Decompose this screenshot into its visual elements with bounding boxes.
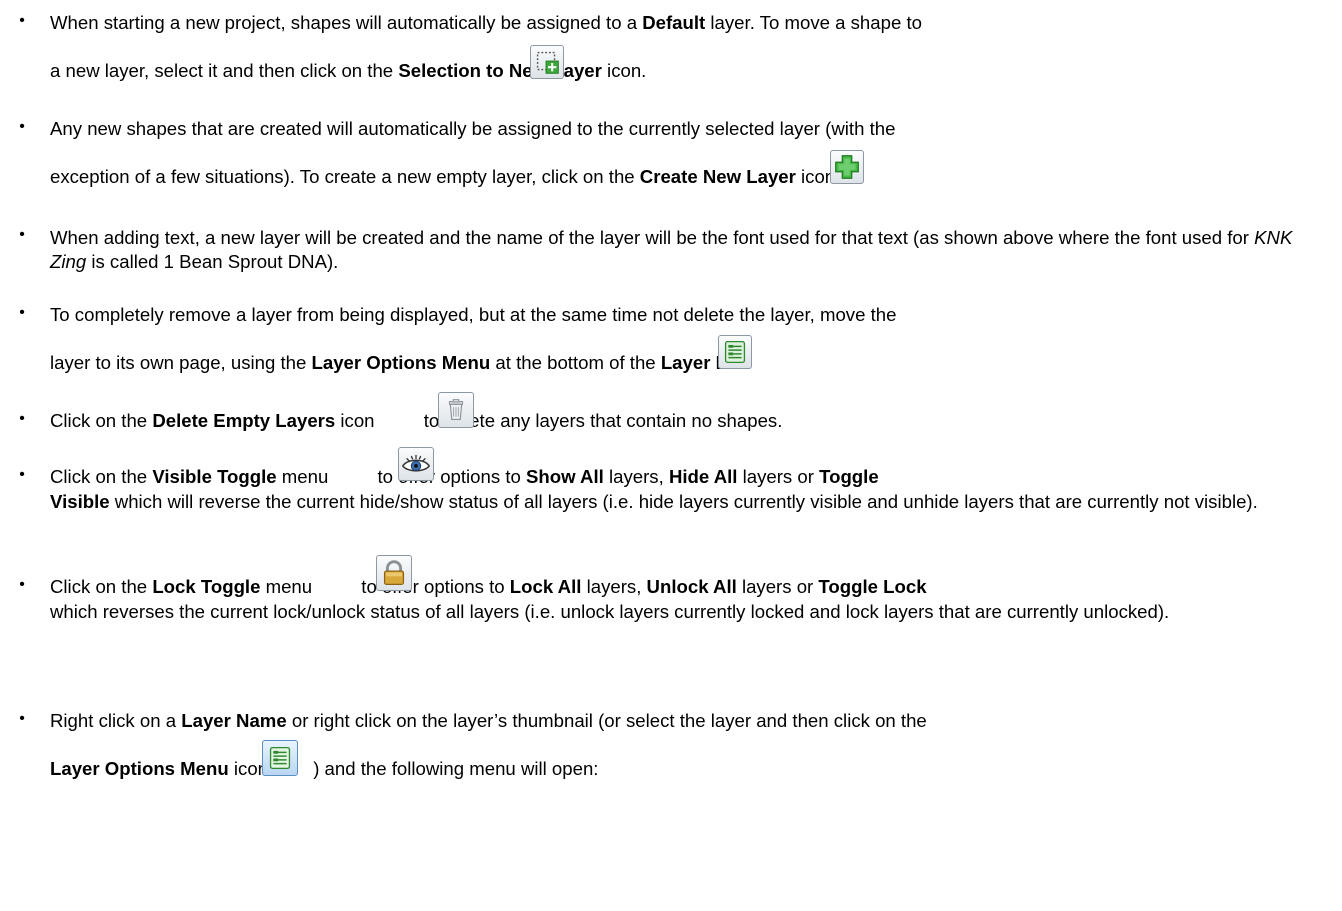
bullet-3: •	[19, 226, 25, 243]
bullet-5: •	[19, 410, 25, 427]
bullet-2: •	[19, 118, 25, 135]
bullet-1-line-1: When starting a new project, shapes will…	[50, 12, 922, 33]
layer-options-menu-icon	[262, 740, 298, 776]
bullet-7-line-1: Click on the Lock Toggle menu to offer o…	[50, 576, 927, 597]
bullet-8-line-1: Right click on a Layer Name or right cli…	[50, 710, 927, 731]
bullet-8-line-2: Layer Options Menu icon ) and the follow…	[50, 758, 599, 779]
bullet-2-line-2: exception of a few situations). To creat…	[50, 166, 841, 187]
bullet-6-line-1: Click on the Visible Toggle menu to offe…	[50, 466, 879, 487]
bullet-2-line-1: Any new shapes that are created will aut…	[50, 118, 896, 139]
bullet-4-line-2: layer to its own page, using the Layer O…	[50, 352, 751, 373]
selection-to-new-layer-icon	[530, 45, 564, 79]
bullet-5-line-1: Click on the Delete Empty Layers icon to…	[50, 410, 783, 431]
padlock-icon	[376, 555, 412, 591]
eye-icon	[398, 447, 434, 481]
bullet-6-text: Visible which will reverse the current h…	[50, 491, 1258, 512]
bullet-3-text: When adding text, a new layer will be cr…	[50, 227, 1293, 272]
bullet-8: •	[19, 710, 25, 727]
bullet-1: •	[19, 12, 25, 29]
layer-options-menu-icon	[718, 335, 752, 369]
bullet-4-line-1: To completely remove a layer from being …	[50, 304, 897, 325]
create-new-layer-icon	[830, 150, 864, 184]
bullet-4: •	[19, 304, 25, 321]
trash-icon	[438, 392, 474, 428]
bullet-7-text: which reverses the current lock/unlock s…	[50, 601, 1170, 622]
bullet-7: •	[19, 576, 25, 593]
bullet-6: •	[19, 466, 25, 483]
